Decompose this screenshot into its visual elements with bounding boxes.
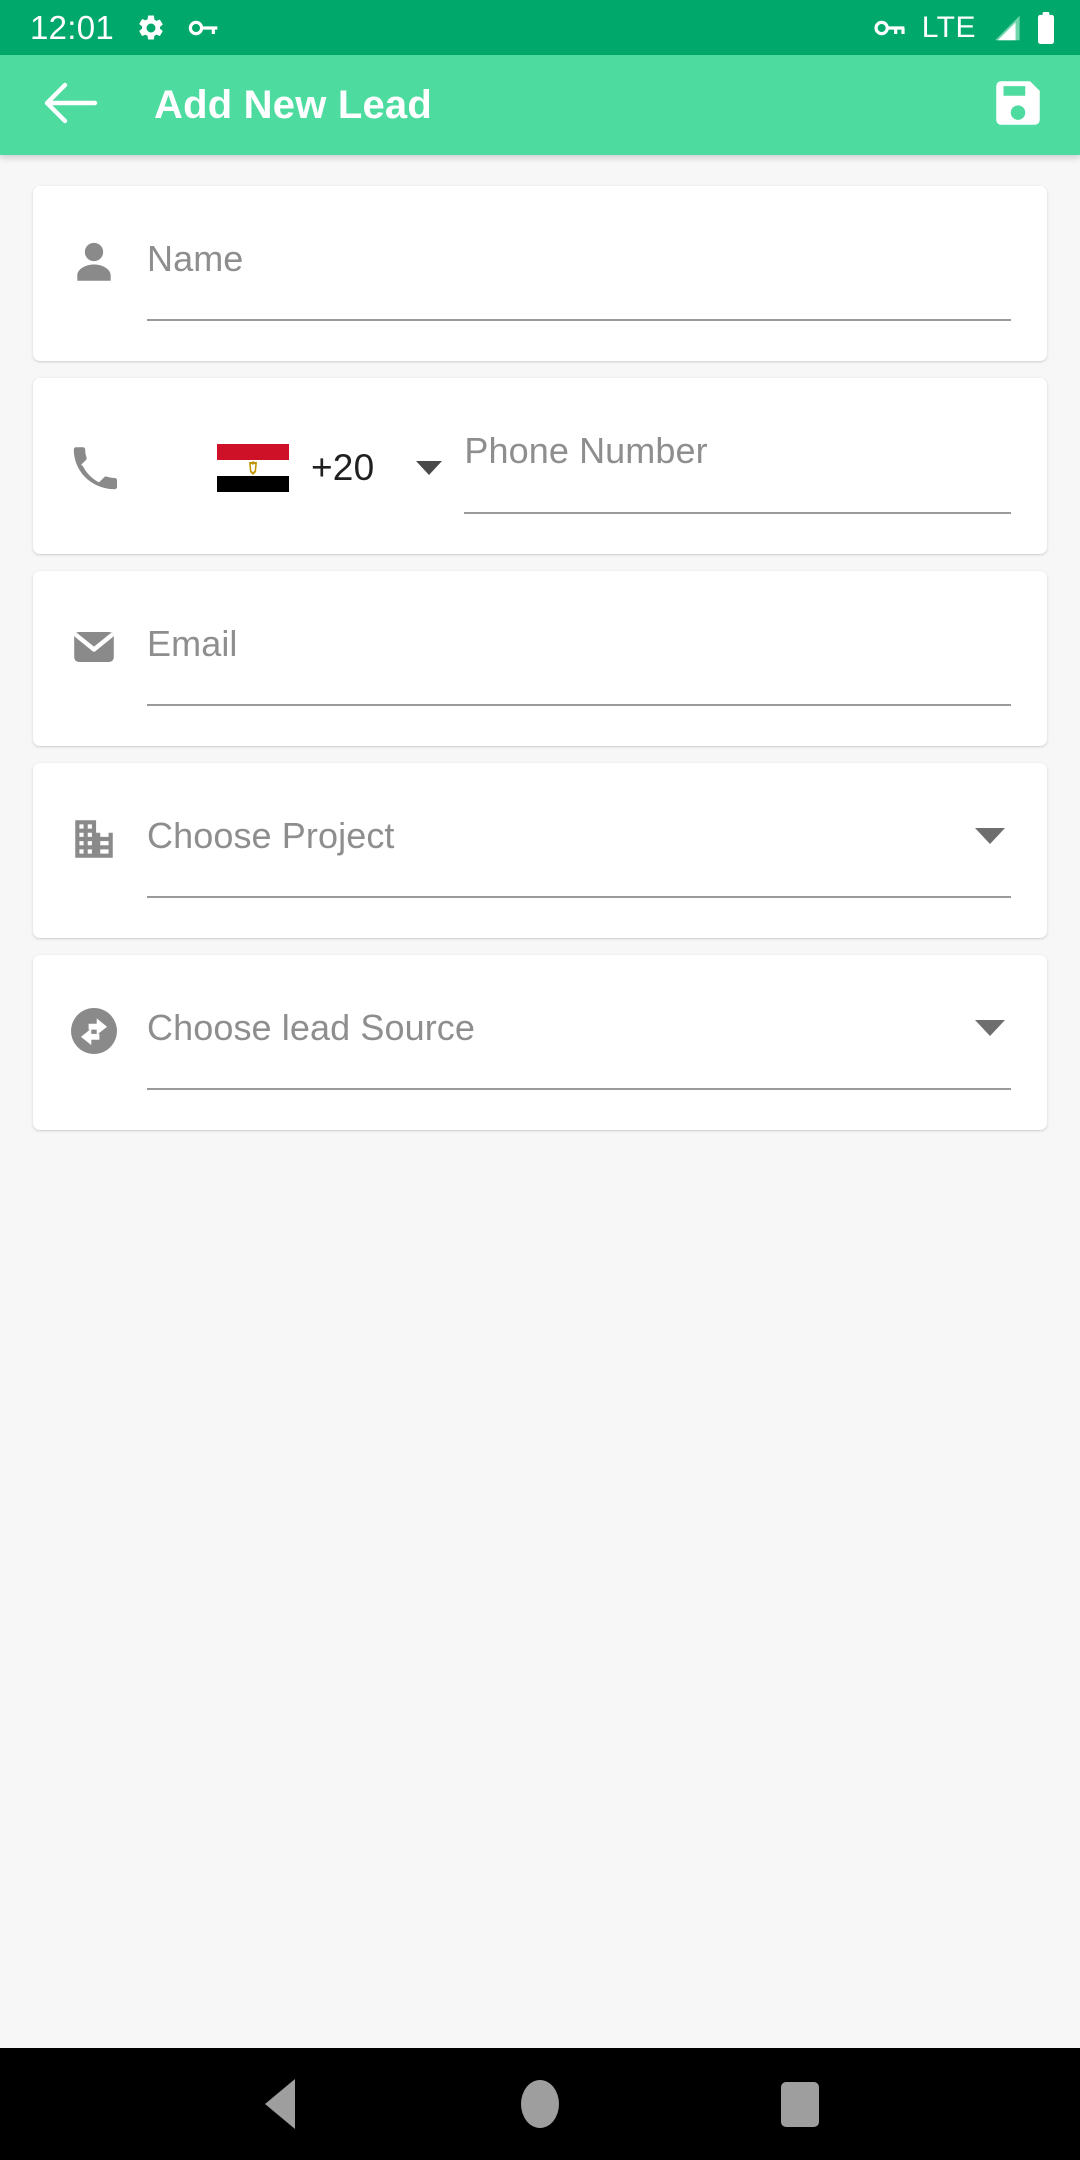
page-title: Add New Lead — [154, 82, 432, 127]
field-card-name: Name — [33, 186, 1047, 361]
network-type-label: LTE — [921, 10, 976, 44]
project-chevron-down-icon[interactable] — [975, 828, 1005, 844]
project-placeholder: Choose Project — [147, 815, 395, 857]
app-screen: 12:01 LTE Add New Lead Name +20 Phone Nu… — [0, 0, 1080, 2160]
android-navigation-bar — [0, 2048, 1080, 2160]
project-select-line[interactable]: Choose Project — [147, 807, 1011, 865]
lead-source-row[interactable]: Choose lead Source — [33, 955, 1047, 1130]
key-icon — [188, 16, 220, 40]
nav-back-button[interactable] — [235, 2059, 325, 2149]
field-card-project: Choose Project — [33, 763, 1047, 938]
status-clock: 12:01 — [30, 9, 115, 46]
country-chevron-down-icon[interactable] — [416, 461, 443, 475]
gear-icon — [136, 13, 166, 43]
person-icon — [63, 232, 125, 292]
save-floppy-icon — [989, 74, 1047, 137]
battery-icon — [1036, 11, 1056, 44]
nav-recents-button[interactable] — [755, 2059, 845, 2149]
compare-arrows-icon — [63, 1001, 125, 1061]
lead-source-underline — [147, 1088, 1011, 1090]
name-field-body: Name — [147, 230, 1011, 321]
lead-source-chevron-down-icon[interactable] — [975, 1020, 1005, 1036]
save-button[interactable] — [986, 73, 1050, 137]
project-row[interactable]: Choose Project — [33, 763, 1047, 938]
phone-input-line[interactable]: Phone Number — [464, 422, 1011, 480]
email-row[interactable]: Email — [33, 571, 1047, 746]
dial-code-label[interactable]: +20 — [311, 447, 374, 489]
email-underline — [147, 704, 1011, 706]
status-bar-left: 12:01 — [30, 11, 220, 44]
email-placeholder: Email — [147, 623, 238, 665]
status-bar: 12:01 LTE — [0, 0, 1080, 55]
phone-field-body: Phone Number — [464, 422, 1011, 514]
lead-source-placeholder: Choose lead Source — [147, 1007, 476, 1049]
field-card-lead-source: Choose lead Source — [33, 955, 1047, 1130]
lead-source-field-body: Choose lead Source — [147, 999, 1011, 1090]
name-placeholder: Name — [147, 238, 244, 280]
name-underline — [147, 319, 1011, 321]
lead-source-select-line[interactable]: Choose lead Source — [147, 999, 1011, 1057]
signal-icon — [989, 13, 1023, 43]
nav-home-circle-icon — [521, 2080, 559, 2128]
status-bar-right: LTE — [873, 10, 1056, 44]
arrow-back-icon — [43, 81, 99, 130]
building-icon — [63, 809, 125, 869]
nav-back-triangle-icon — [265, 2079, 295, 2129]
project-field-body: Choose Project — [147, 807, 1011, 898]
vpn-key-icon — [873, 16, 909, 40]
field-card-email: Email — [33, 571, 1047, 746]
form-content: Name +20 Phone Number Email Choose Proje… — [0, 155, 1080, 2048]
email-field-body: Email — [147, 615, 1011, 706]
field-card-phone: +20 Phone Number — [33, 378, 1047, 554]
name-row[interactable]: Name — [33, 186, 1047, 361]
nav-recents-square-icon — [781, 2081, 819, 2127]
phone-icon — [63, 439, 125, 499]
phone-row[interactable]: +20 Phone Number — [33, 378, 1047, 554]
egypt-flag-icon — [217, 444, 289, 492]
phone-underline — [464, 512, 1011, 514]
email-icon — [63, 617, 125, 677]
email-input-line[interactable]: Email — [147, 615, 1011, 673]
phone-placeholder: Phone Number — [464, 430, 708, 472]
project-underline — [147, 896, 1011, 898]
nav-home-button[interactable] — [495, 2059, 585, 2149]
name-input-line[interactable]: Name — [147, 230, 1011, 288]
app-bar: Add New Lead — [0, 55, 1080, 155]
back-button[interactable] — [40, 74, 102, 136]
